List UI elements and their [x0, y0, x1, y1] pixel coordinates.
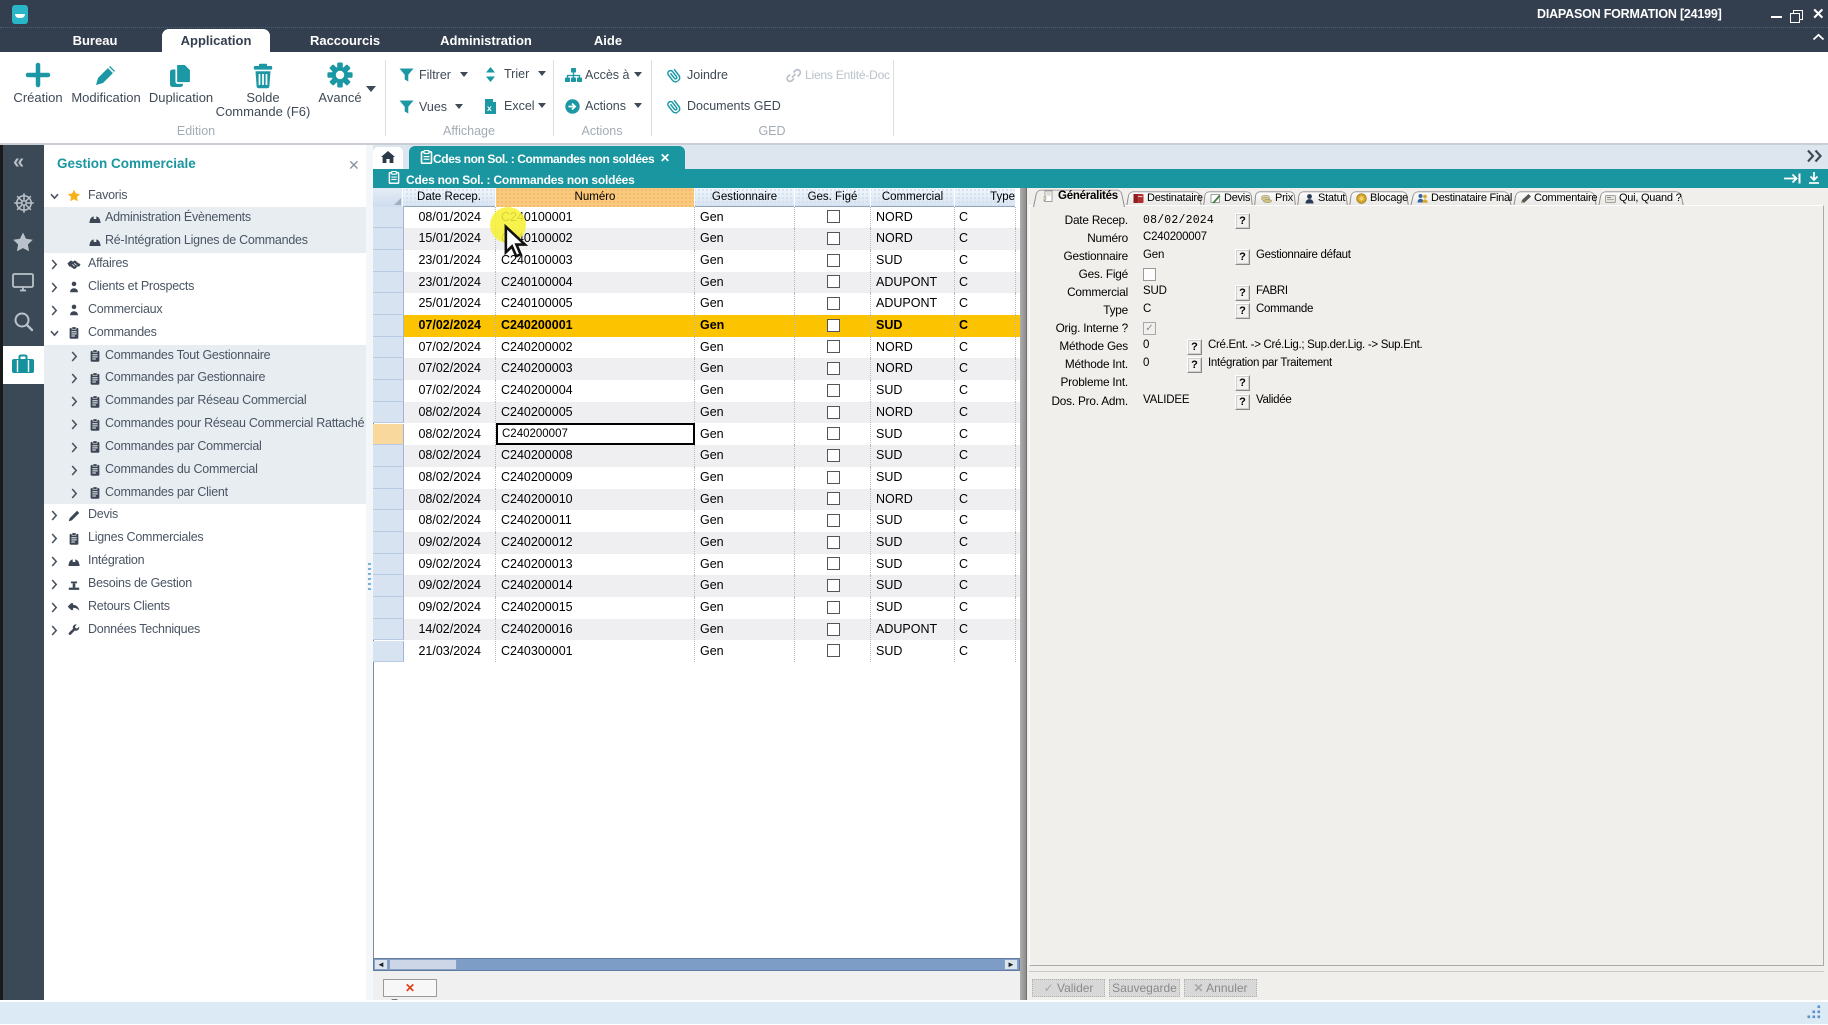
svg-text:x: x [487, 103, 492, 113]
